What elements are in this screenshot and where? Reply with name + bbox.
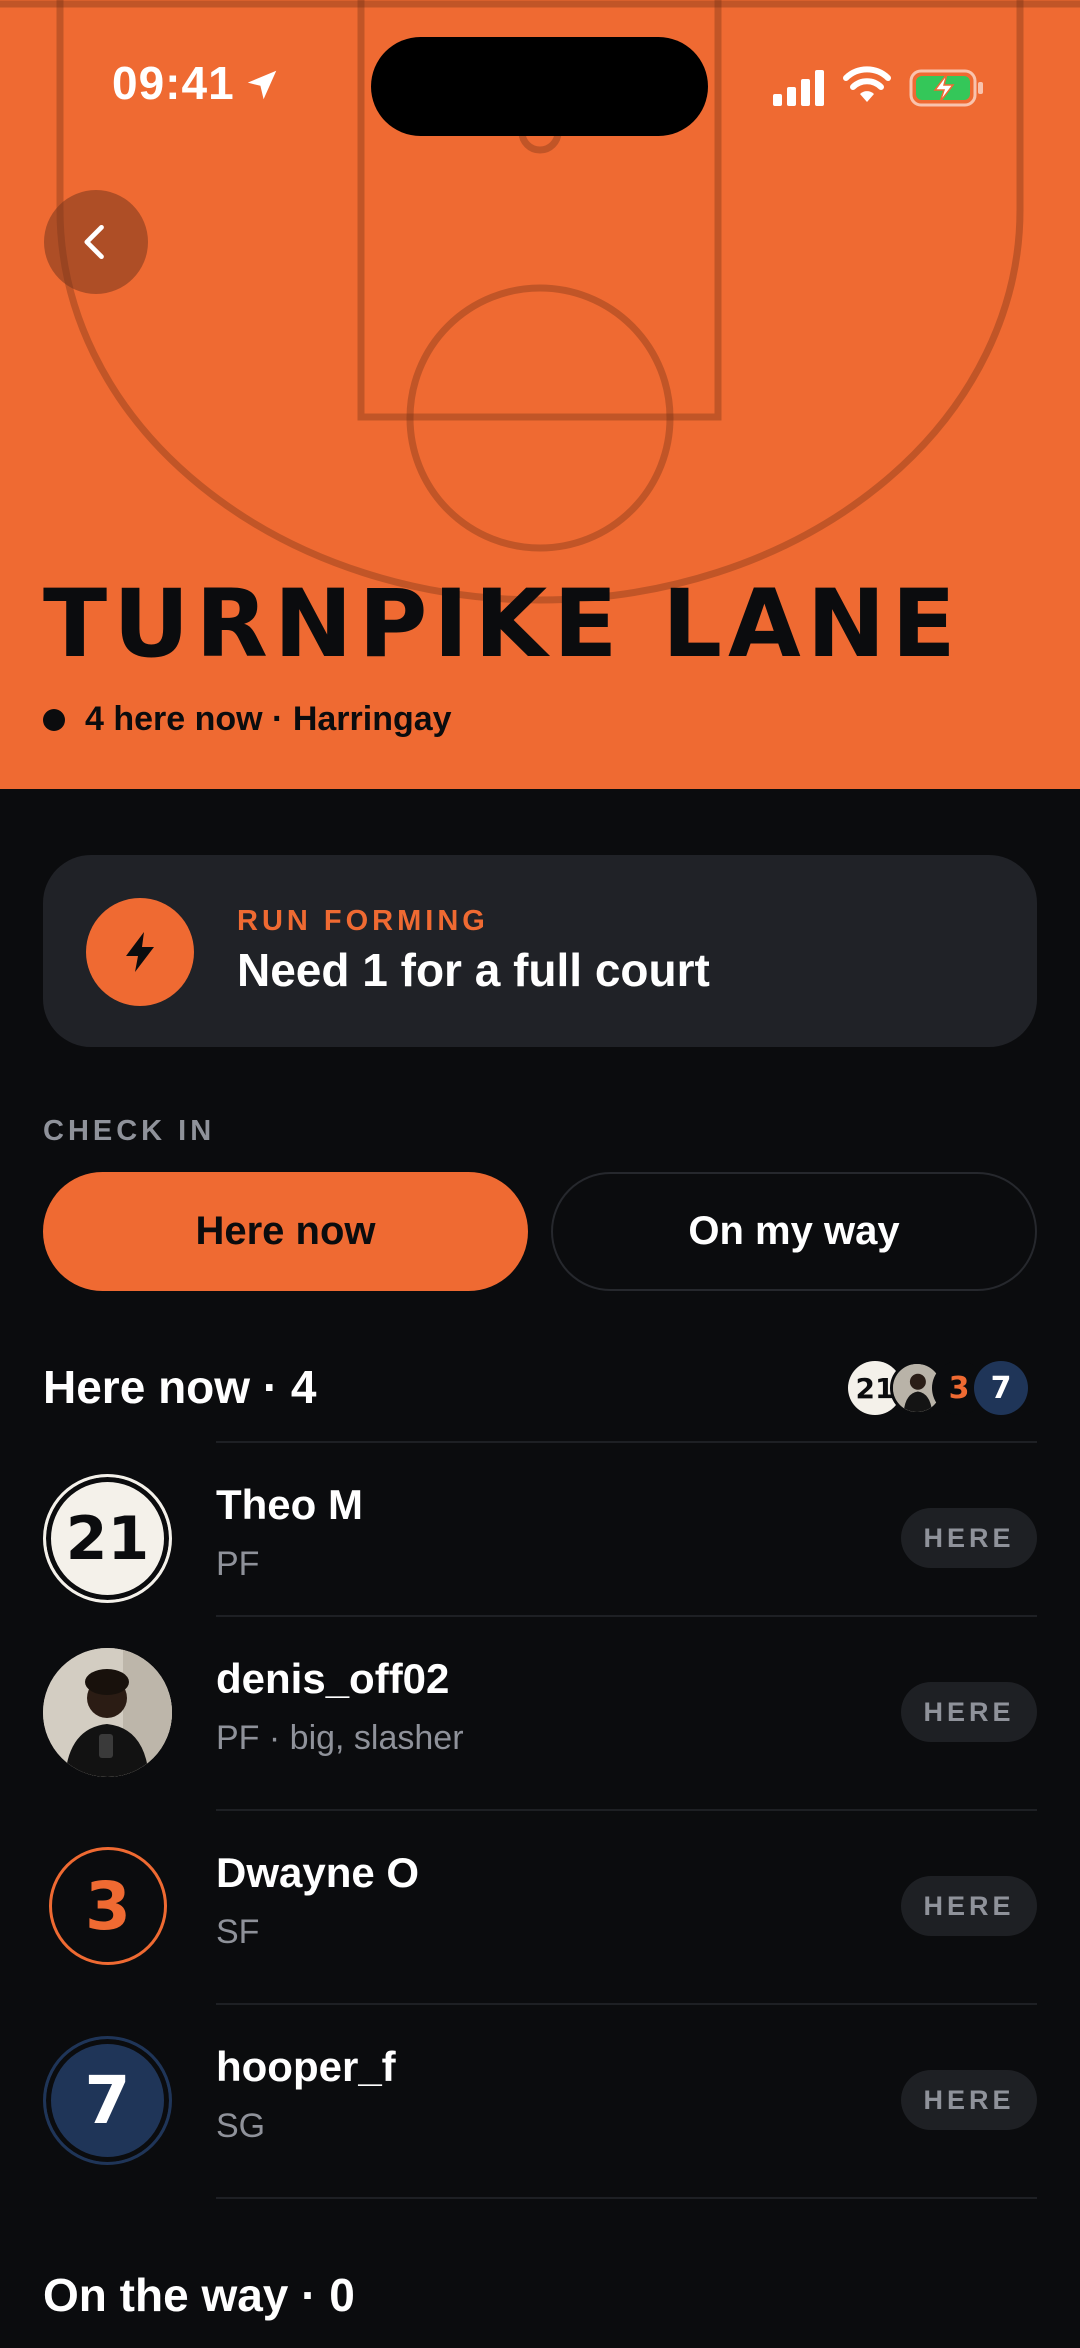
check-in-label: CHECK IN <box>43 1115 216 1147</box>
here-now-title: Here now · 4 <box>43 1361 317 1413</box>
divider <box>216 2003 1037 2005</box>
player-name: hooper_f <box>216 2043 396 2090</box>
dynamic-island <box>371 37 708 136</box>
on-the-way-title: On the way · 0 <box>43 2269 355 2321</box>
run-forming-card: RUN FORMING Need 1 for a full court <box>43 855 1037 1047</box>
divider <box>216 1441 1037 1443</box>
cellular-signal-icon <box>773 70 824 106</box>
player-meta: PF <box>216 1545 260 1583</box>
list-item[interactable]: 7 hooper_f SG HERE <box>0 2003 1080 2197</box>
court-title: TURNPIKE LANE <box>43 570 962 679</box>
run-title: Need 1 for a full court <box>237 944 710 996</box>
location-arrow-icon <box>247 70 277 100</box>
player-name: denis_off02 <box>216 1655 450 1702</box>
back-button[interactable] <box>44 190 148 294</box>
list-item[interactable]: denis_off02 PF · big, slasher HERE <box>0 1615 1080 1809</box>
status-badge: HERE <box>901 1682 1037 1742</box>
presence-text: 4 here now · Harringay <box>85 700 452 738</box>
list-item[interactable]: 21 Theo M PF HERE <box>0 1441 1080 1635</box>
status-time: 09:41 <box>112 57 235 109</box>
avatar-stack: 21 3 7 <box>848 1361 1038 1417</box>
avatar: 3 <box>49 1847 167 1965</box>
status-badge: HERE <box>901 1508 1037 1568</box>
live-dot-icon <box>43 708 65 731</box>
player-meta: PF · big, slasher <box>216 1719 464 1757</box>
battery-charging-icon <box>909 69 983 107</box>
avatar-photo <box>43 1648 172 1777</box>
chevron-left-icon <box>84 224 104 260</box>
player-meta: SF <box>216 1913 260 1951</box>
status-badge: HERE <box>901 2070 1037 2130</box>
player-meta: SG <box>216 2107 266 2145</box>
list-item[interactable]: 3 Dwayne O SF HERE <box>0 1809 1080 2003</box>
avatar: 7 <box>43 2036 172 2165</box>
run-eyebrow: RUN FORMING <box>237 905 489 937</box>
divider <box>216 2197 1037 2199</box>
lightning-icon <box>86 898 194 1006</box>
wifi-icon <box>843 66 891 102</box>
player-name: Dwayne O <box>216 1849 420 1896</box>
divider <box>216 1809 1037 1811</box>
player-name: Theo M <box>216 1481 363 1528</box>
status-bar: 09:41 <box>0 0 1080 140</box>
mini-avatar: 7 <box>974 1361 1028 1415</box>
on-my-way-button[interactable]: On my way <box>551 1172 1037 1291</box>
status-badge: HERE <box>901 1876 1037 1936</box>
avatar: 21 <box>43 1474 172 1603</box>
court-hero: 09:41 TURNPIKE LANE 4 here now · Harring… <box>0 0 1080 789</box>
divider <box>216 1615 1037 1617</box>
court-presence: 4 here now · Harringay <box>43 700 452 739</box>
here-now-button[interactable]: Here now <box>43 1172 528 1291</box>
